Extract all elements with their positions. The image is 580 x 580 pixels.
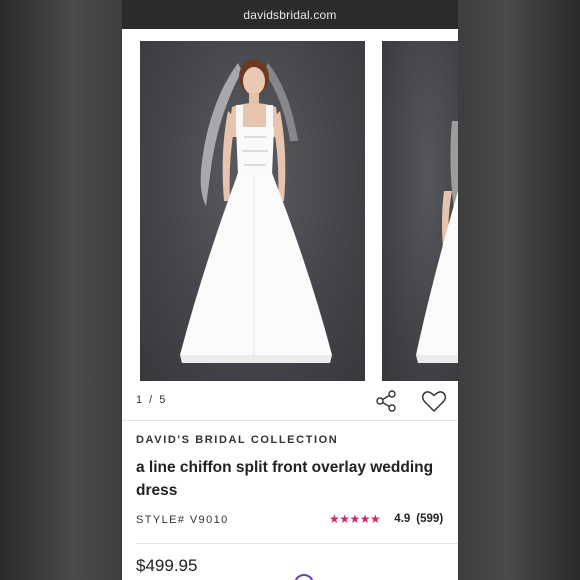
style-number: STYLE# V9010	[136, 514, 229, 526]
background-left	[0, 0, 122, 580]
info-icon[interactable]	[294, 574, 314, 580]
star-rating-icon: ★★★★★	[329, 512, 381, 526]
url-text: davidsbridal.com	[243, 7, 337, 22]
heart-icon	[421, 391, 447, 412]
share-icon	[376, 390, 396, 412]
divider	[136, 543, 458, 544]
phone-screen: davidsbridal.com 1 / 5 DAVID'S BRIDAL CO…	[122, 0, 458, 580]
background-right	[458, 0, 580, 580]
wishlist-button[interactable]	[420, 387, 448, 415]
gallery-controls: 1 / 5	[122, 383, 458, 419]
product-image-main[interactable]	[140, 41, 365, 381]
review-count: (599)	[416, 513, 444, 525]
rating-summary[interactable]: ★★★★★ 4.9 (599)	[329, 512, 443, 526]
bride-dress-illustration	[180, 59, 332, 363]
divider	[122, 420, 458, 421]
product-price: $499.95	[136, 556, 198, 575]
bride-dress-illustration-next	[416, 121, 458, 363]
share-button[interactable]	[374, 389, 398, 413]
product-title: a line chiffon split front overlay weddi…	[136, 459, 434, 499]
image-counter: 1 / 5	[136, 394, 168, 406]
address-bar[interactable]: davidsbridal.com	[122, 0, 458, 29]
product-image-next[interactable]	[382, 41, 458, 381]
brand-name: DAVID'S BRIDAL COLLECTION	[136, 434, 339, 446]
rating-value: 4.9	[394, 513, 411, 525]
